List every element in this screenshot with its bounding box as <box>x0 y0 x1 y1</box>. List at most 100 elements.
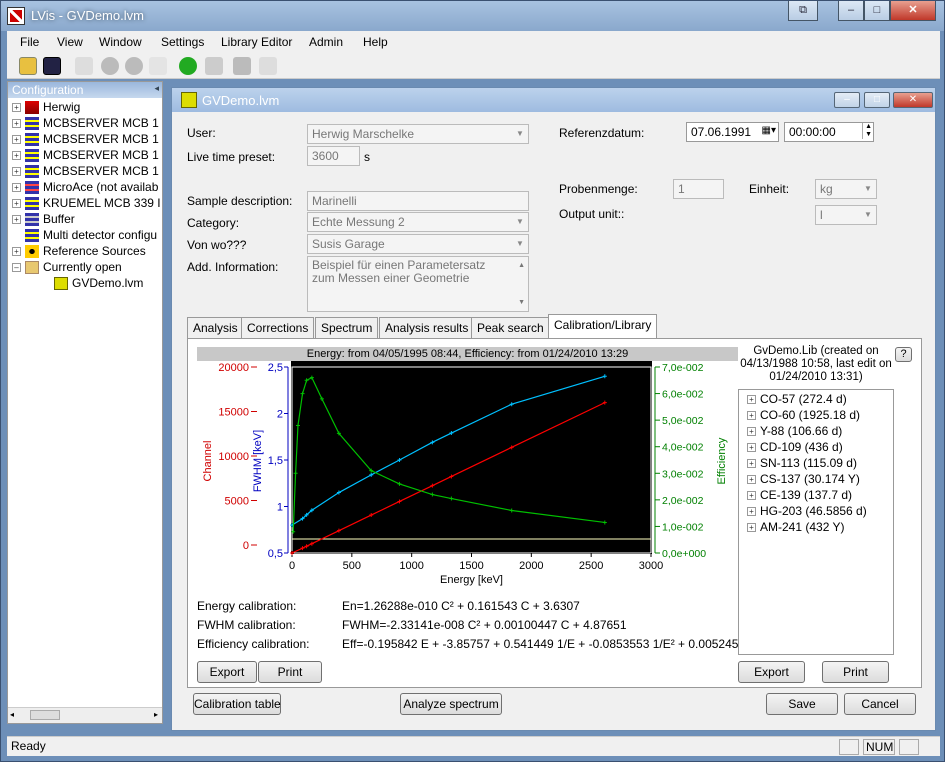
menu-admin[interactable]: Admin <box>309 35 343 49</box>
unlock-icon[interactable] <box>179 57 197 75</box>
menu-help[interactable]: Help <box>363 35 388 49</box>
sample-field[interactable]: Marinelli <box>307 191 529 211</box>
tree-item-mcbserver-1[interactable]: + MCBSERVER MCB 1 <box>12 115 159 131</box>
go-icon[interactable] <box>101 57 119 75</box>
menu-bar: File View Window Settings Library Editor… <box>7 31 940 53</box>
doc-close-button[interactable]: ✕ <box>893 92 933 108</box>
x-tick-label: 0 <box>289 560 295 572</box>
cal-export-button[interactable]: Export <box>197 661 257 683</box>
output-unit-select[interactable]: l ▼ <box>815 205 877 225</box>
server-icon <box>25 165 39 179</box>
y3-tick-label: 2,0e-002 <box>662 495 704 507</box>
tree-item-mcbserver-3[interactable]: + MCBSERVER MCB 1 <box>12 147 159 163</box>
tree-item-gvdemo[interactable]: GVDemo.lvm <box>54 275 143 291</box>
tree-item-mcbserver-4[interactable]: + MCBSERVER MCB 1 <box>12 163 159 179</box>
server-icon <box>25 149 39 163</box>
user-select[interactable]: Herwig Marschelke ▼ <box>307 124 529 144</box>
library-item[interactable]: + CD-109 (436 d) <box>747 439 843 455</box>
analyze-spectrum-button[interactable]: Analyze spectrum <box>400 693 502 715</box>
library-list: + CO-57 (272.4 d) + CO-60 (1925.18 d) + Y-8… <box>738 389 894 655</box>
tree-item-kruemel[interactable]: + KRUEMEL MCB 339 I <box>12 195 161 211</box>
live-time-field[interactable]: 3600 <box>307 146 360 166</box>
scroll-thumb[interactable] <box>30 710 60 720</box>
cancel-button[interactable]: Cancel <box>844 693 916 715</box>
menu-window[interactable]: Window <box>99 35 142 49</box>
lib-print-button[interactable]: Print <box>822 661 889 683</box>
referenzdatum-label: Referenzdatum: <box>559 126 645 140</box>
library-item[interactable]: + CE-139 (137.7 d) <box>747 487 852 503</box>
calibration-table-button[interactable]: Calibration table <box>193 693 281 715</box>
close-button[interactable]: ✕ <box>890 1 936 21</box>
add-info-textarea[interactable]: Beispiel für einen Parametersatz zum Mess… <box>307 256 529 312</box>
y1-axis-label: Channel <box>202 441 214 482</box>
tree-item-reference-sources[interactable]: + Reference Sources <box>12 243 146 259</box>
tree-item-herwig[interactable]: + Herwig <box>12 99 80 115</box>
scroll-up-icon[interactable]: ▲ <box>518 259 525 272</box>
doc-maximize-button[interactable]: □ <box>864 92 890 108</box>
cal-print-button[interactable]: Print <box>258 661 322 683</box>
tree-item-multi-detector[interactable]: Multi detector configu <box>25 227 157 243</box>
einheit-select[interactable]: kg ▼ <box>815 179 877 199</box>
server-icon <box>25 117 39 131</box>
vonwo-select[interactable]: Susis Garage ▼ <box>307 234 529 254</box>
horizontal-scrollbar[interactable]: ◂ ▸ <box>8 707 162 723</box>
tab-analysis-results[interactable]: Analysis results <box>379 317 475 338</box>
minimize-button[interactable]: – <box>838 1 864 21</box>
connect-icon[interactable] <box>75 57 93 75</box>
tree-item-mcbserver-2[interactable]: + MCBSERVER MCB 1 <box>12 131 159 147</box>
menu-file[interactable]: File <box>20 35 39 49</box>
tab-calibration-library[interactable]: Calibration/Library <box>548 314 658 339</box>
tab-analysis[interactable]: Analysis <box>187 317 244 338</box>
scroll-down-icon[interactable]: ▼ <box>518 296 525 309</box>
configuration-header: Configuration <box>8 82 162 98</box>
maximize-button[interactable]: □ <box>864 1 890 21</box>
tree-item-currently-open[interactable]: – Currently open <box>12 259 122 275</box>
report-icon[interactable] <box>233 57 251 75</box>
document-title: GVDemo.lvm <box>202 93 280 108</box>
calibration-header: Energy: from 04/05/1995 08:44, Efficienc… <box>197 347 738 361</box>
open-icon[interactable] <box>19 57 37 75</box>
calibration-panel: Energy: from 04/05/1995 08:44, Efficienc… <box>187 338 922 688</box>
library-item[interactable]: + CO-60 (1925.18 d) <box>747 407 860 423</box>
menu-settings[interactable]: Settings <box>161 35 204 49</box>
save-button[interactable]: Save <box>766 693 838 715</box>
y3-tick-label: 7,0e-002 <box>662 362 704 374</box>
library-item[interactable]: + HG-203 (46.5856 d) <box>747 503 867 519</box>
document-icon <box>181 92 197 108</box>
sum-icon[interactable] <box>259 57 277 75</box>
tree-item-microace[interactable]: + MicroAce (not availab <box>12 179 158 195</box>
x-tick-label: 2500 <box>579 560 603 572</box>
probenmenge-field[interactable]: 1 <box>673 179 724 199</box>
lock-icon[interactable] <box>205 57 223 75</box>
library-item[interactable]: + Y-88 (106.66 d) <box>747 423 842 439</box>
doc-minimize-button[interactable]: – <box>834 92 860 108</box>
category-select[interactable]: Echte Messung 2 ▼ <box>307 212 529 232</box>
menu-view[interactable]: View <box>57 35 83 49</box>
lib-export-button[interactable]: Export <box>738 661 805 683</box>
time-spinner-icon[interactable]: ▲ ▼ <box>862 123 872 139</box>
y2-axis-label: FWHM [keV] <box>252 430 264 492</box>
calendar-icon[interactable]: ▦▾ <box>762 125 776 136</box>
fwhm-cal-label: FWHM calibration: <box>197 618 296 632</box>
referenzdatum-time[interactable]: 00:00:00 ▲ ▼ <box>784 122 874 142</box>
live-time-unit: s <box>364 150 370 164</box>
scroll-left-icon[interactable]: ◂ <box>10 710 14 719</box>
clear-icon[interactable] <box>149 57 167 75</box>
library-item[interactable]: + AM-241 (432 Y) <box>747 519 845 535</box>
tab-corrections[interactable]: Corrections <box>241 317 315 338</box>
category-label: Category: <box>187 216 240 230</box>
referenzdatum-date[interactable]: 07.06.1991 ▦▾ <box>686 122 779 142</box>
library-item[interactable]: + CO-57 (272.4 d) <box>747 391 847 407</box>
tree-item-buffer[interactable]: + Buffer <box>12 211 75 227</box>
menu-library-editor[interactable]: Library Editor <box>221 35 292 49</box>
library-help-button[interactable]: ? <box>895 347 912 362</box>
scroll-right-icon[interactable]: ▸ <box>154 710 158 719</box>
tab-spectrum[interactable]: Spectrum <box>315 317 379 338</box>
stop-icon[interactable] <box>125 57 143 75</box>
tab-peak-search[interactable]: Peak search <box>471 317 550 338</box>
collapse-icon[interactable]: ◂ <box>154 83 159 94</box>
library-item[interactable]: + SN-113 (115.09 d) <box>747 455 857 471</box>
library-item[interactable]: + CS-137 (30.174 Y) <box>747 471 860 487</box>
save-icon[interactable] <box>43 57 61 75</box>
restore-extra-button[interactable]: ⧉ <box>788 1 818 21</box>
